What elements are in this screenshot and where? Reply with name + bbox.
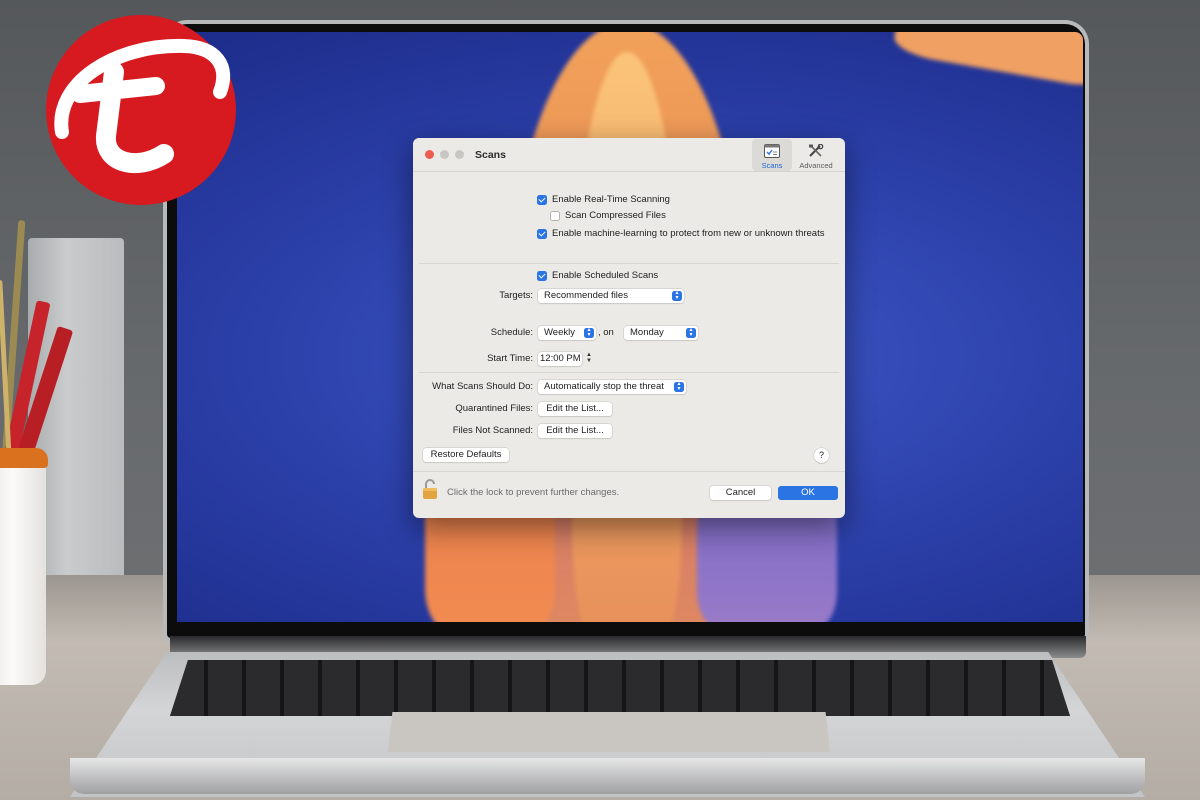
- schedule-label: Schedule:: [490, 327, 533, 338]
- cancel-button[interactable]: Cancel: [710, 486, 771, 500]
- tab-scans[interactable]: Scans: [752, 139, 792, 171]
- tab-advanced-label: Advanced: [799, 161, 833, 170]
- advanced-tab-icon: [809, 144, 824, 157]
- pen-cup: [0, 450, 46, 685]
- quarantined-edit-button[interactable]: Edit the List...: [538, 402, 612, 416]
- separator: [413, 471, 845, 472]
- unlocked-padlock-icon[interactable]: [422, 478, 438, 500]
- machine-learning-checkbox[interactable]: [537, 229, 547, 239]
- close-window-button[interactable]: [425, 150, 434, 159]
- minimize-window-button[interactable]: [440, 150, 449, 159]
- what-scans-popup[interactable]: Automatically stop the threat ▴ ▾: [538, 380, 686, 394]
- pen-cup-rim: [0, 448, 48, 468]
- title-bar: Scans Scans Advanced: [413, 138, 845, 172]
- not-scanned-label: Files Not Scanned:: [452, 425, 533, 436]
- enable-realtime-checkbox[interactable]: [537, 195, 547, 205]
- start-time-label: Start Time:: [487, 353, 533, 364]
- scan-compressed-label: Scan Compressed Files: [565, 210, 666, 221]
- start-time-field[interactable]: 12:00 PM: [538, 352, 582, 366]
- what-scans-value: Automatically stop the threat: [544, 381, 664, 392]
- lock-hint-text: Click the lock to prevent further change…: [447, 487, 620, 498]
- chevron-up-down-icon: ▴ ▾: [584, 327, 594, 338]
- start-time-value: 12:00 PM: [540, 353, 581, 364]
- help-button[interactable]: ?: [814, 448, 829, 463]
- targets-label: Targets:: [499, 290, 533, 301]
- zoom-window-button[interactable]: [455, 150, 464, 159]
- wallpaper-swirl: [891, 32, 1083, 91]
- window-title: Scans: [475, 149, 506, 161]
- schedule-popup[interactable]: Weekly ▴ ▾: [538, 326, 596, 340]
- enable-scheduled-label: Enable Scheduled Scans: [552, 270, 659, 281]
- tab-scans-label: Scans: [761, 161, 783, 170]
- tab-advanced[interactable]: Advanced: [795, 139, 837, 171]
- start-time-stepper[interactable]: ▲ ▼: [585, 352, 593, 366]
- day-value: Monday: [630, 327, 664, 338]
- enable-scheduled-checkbox[interactable]: [537, 271, 547, 281]
- on-label: , on: [598, 327, 614, 338]
- chevron-up-down-icon: ▴ ▾: [674, 381, 684, 392]
- ok-button[interactable]: OK: [778, 486, 838, 500]
- quarantined-label: Quarantined Files:: [455, 403, 533, 414]
- enable-realtime-label: Enable Real-Time Scanning: [552, 194, 670, 205]
- laptop-trackpad: [388, 712, 830, 752]
- what-scans-label: What Scans Should Do:: [432, 381, 533, 392]
- not-scanned-edit-button[interactable]: Edit the List...: [538, 424, 612, 438]
- targets-popup[interactable]: Recommended files ▴ ▾: [538, 289, 684, 303]
- separator: [419, 263, 839, 264]
- separator: [419, 372, 839, 373]
- machine-learning-label: Enable machine-learning to protect from …: [552, 228, 825, 239]
- schedule-value: Weekly: [544, 327, 575, 338]
- chevron-up-down-icon: ▴ ▾: [672, 290, 682, 301]
- scans-preferences-window: Scans Scans Advanced Enable Real-Time Sc…: [413, 138, 845, 518]
- trend-micro-logo: [46, 15, 236, 205]
- targets-value: Recommended files: [544, 290, 628, 301]
- scan-compressed-checkbox[interactable]: [550, 211, 560, 221]
- laptop-front-edge: [70, 758, 1145, 794]
- restore-defaults-button[interactable]: Restore Defaults: [423, 448, 509, 462]
- laptop-keyboard: [170, 660, 1070, 716]
- day-popup[interactable]: Monday ▴ ▾: [624, 326, 698, 340]
- scans-tab-icon: [764, 144, 780, 158]
- chevron-up-down-icon: ▴ ▾: [686, 327, 696, 338]
